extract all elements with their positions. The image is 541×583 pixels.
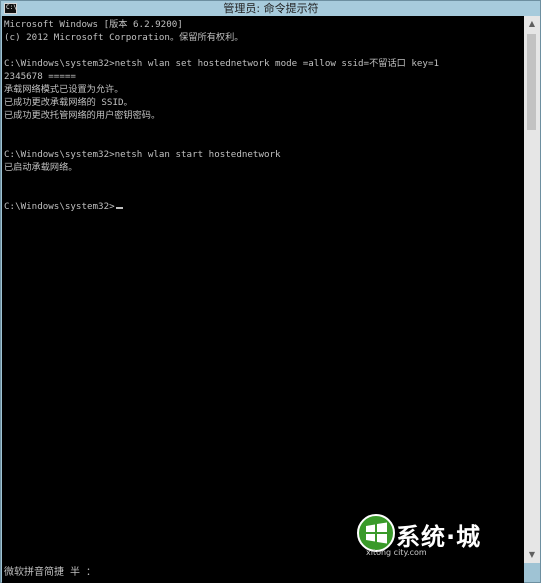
console-output-area[interactable]: Microsoft Windows [版本 6.2.9200] (c) 2012 … — [2, 16, 524, 563]
watermark-brand: 系统·城 — [396, 523, 482, 551]
console-line: Microsoft Windows [版本 6.2.9200] — [4, 19, 183, 30]
console-line: C:\Windows\system32>netsh wlan set hoste… — [4, 58, 440, 69]
scroll-up-arrow-icon[interactable]: ▲ — [524, 16, 540, 32]
command-prompt-window: C:\ 管理员: 命令提示符 Microsoft Windows [版本 6.2… — [0, 0, 541, 583]
window-title: 管理员: 命令提示符 — [223, 2, 319, 15]
title-bar[interactable]: C:\ 管理员: 命令提示符 — [1, 1, 540, 16]
console-line: (c) 2012 Microsoft Corporation。保留所有权利。 — [4, 32, 244, 43]
console-line: 承载网络模式已设置为允许。 — [4, 84, 124, 95]
site-watermark: 系统·城 xitong city.com — [356, 513, 506, 563]
console-line: 已启动承载网络。 — [4, 162, 78, 173]
cmd-app-icon[interactable]: C:\ — [4, 3, 17, 14]
watermark-url: xitong city.com — [366, 548, 427, 557]
scroll-thumb[interactable] — [527, 34, 536, 130]
vertical-scrollbar[interactable]: ▲ ▼ — [524, 16, 540, 563]
ime-status-text: 微软拼音简捷 半 ： — [4, 567, 97, 578]
ime-status-bar[interactable]: 微软拼音简捷 半 ： — [2, 563, 524, 583]
windows-logo-icon — [357, 514, 395, 552]
console-line: 2345678 ===== — [4, 71, 76, 82]
console-text: Microsoft Windows [版本 6.2.9200] (c) 2012 … — [4, 18, 439, 213]
console-line: C:\Windows\system32>netsh wlan start hos… — [4, 149, 281, 160]
text-cursor — [115, 207, 123, 209]
scroll-down-arrow-icon[interactable]: ▼ — [524, 547, 540, 563]
console-line: 已成功更改承载网络的 SSID。 — [4, 97, 133, 108]
console-line: C:\Windows\system32> — [4, 200, 439, 213]
console-line: 已成功更改托管网络的用户密钥密码。 — [4, 110, 161, 121]
